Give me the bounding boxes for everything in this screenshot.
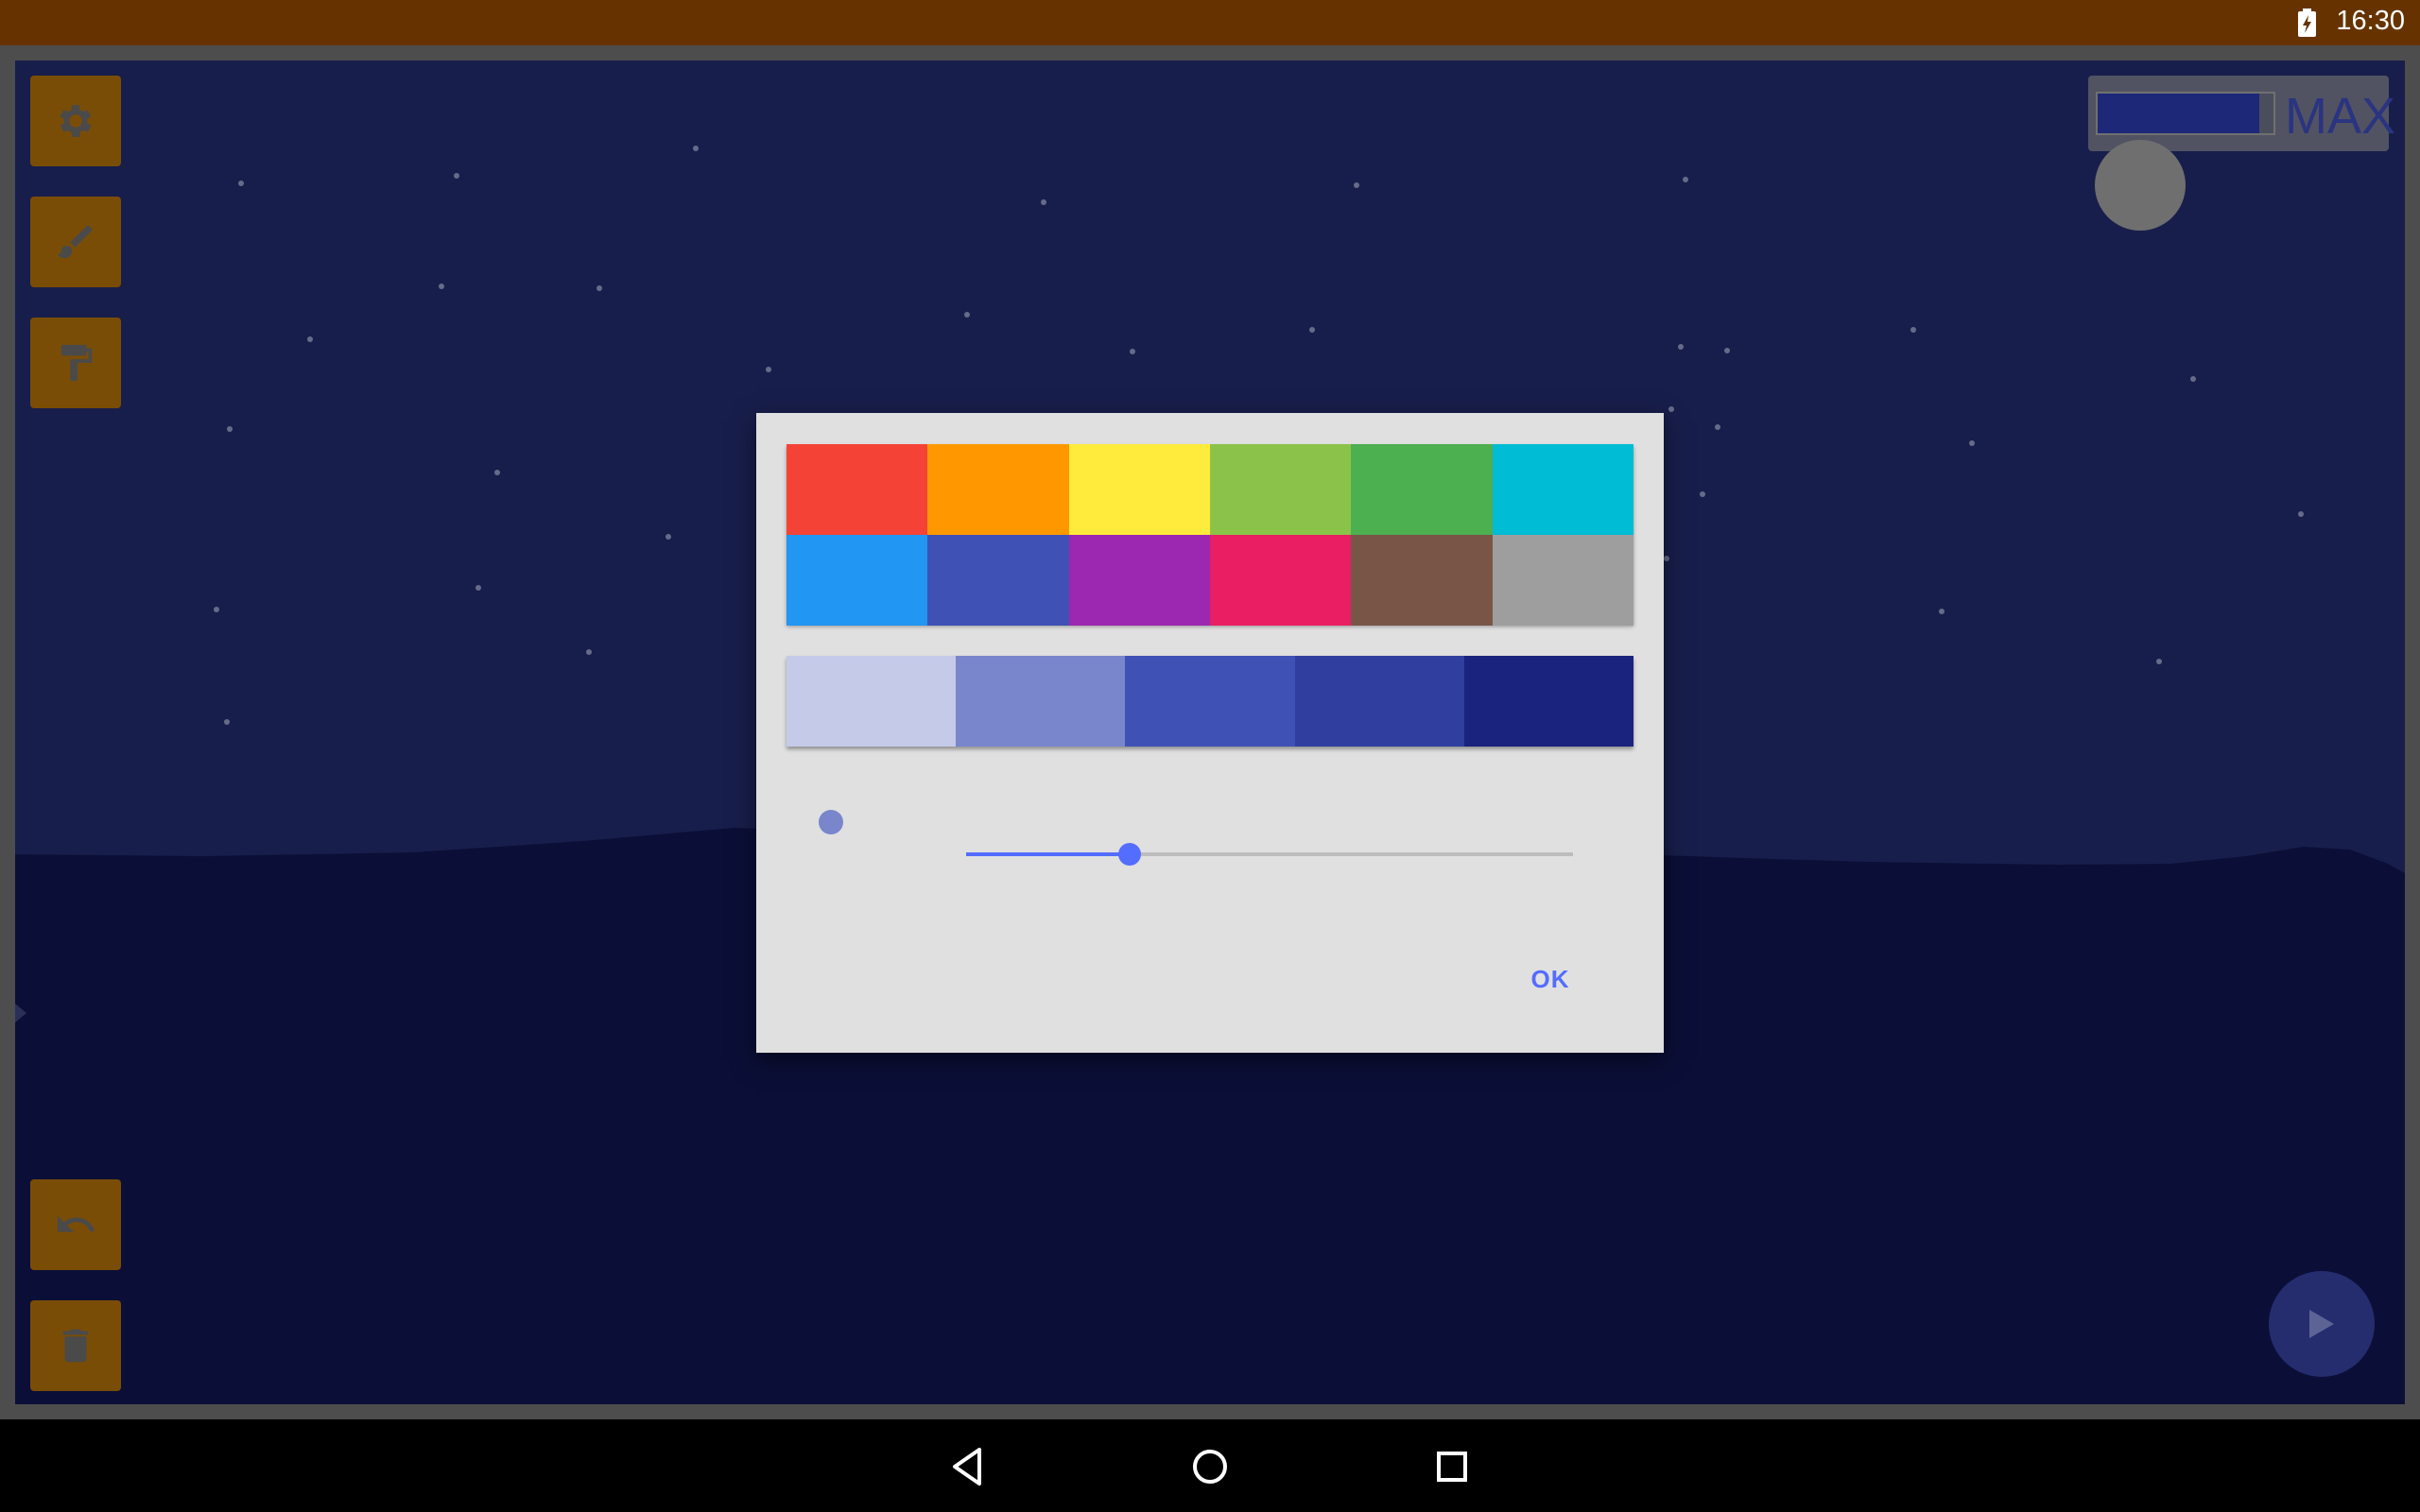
undo-button[interactable] <box>30 1179 121 1270</box>
gear-icon <box>60 105 92 137</box>
recents-icon[interactable] <box>1422 1436 1482 1497</box>
trash-icon <box>62 1329 89 1363</box>
home-icon[interactable] <box>1180 1436 1240 1497</box>
brush-icon <box>57 225 93 259</box>
moon <box>2095 140 2186 231</box>
fill-button[interactable] <box>30 318 121 408</box>
shade-swatch[interactable] <box>1125 656 1295 747</box>
settings-button[interactable] <box>30 76 121 166</box>
color-swatch[interactable] <box>1351 535 1493 626</box>
brush-size-fill <box>2098 94 2260 133</box>
shade-swatch[interactable] <box>956 656 1126 747</box>
color-swatch[interactable] <box>1068 535 1210 626</box>
status-bar: 16:30 <box>0 0 2420 45</box>
undo-icon <box>57 1215 95 1232</box>
color-swatch[interactable] <box>1209 444 1352 535</box>
slider-fill <box>966 852 1131 856</box>
color-palette <box>786 444 1634 626</box>
color-swatch[interactable] <box>786 535 928 626</box>
navigation-bar <box>0 1419 2420 1512</box>
opacity-slider[interactable] <box>966 841 1573 868</box>
shade-swatch[interactable] <box>1294 656 1464 747</box>
color-swatch[interactable] <box>1068 444 1210 535</box>
color-swatch[interactable] <box>1351 444 1493 535</box>
play-icon <box>2309 1310 2334 1338</box>
color-swatch[interactable] <box>927 444 1069 535</box>
brush-button[interactable] <box>30 197 121 287</box>
status-time: 16:30 <box>2336 6 2405 36</box>
color-swatch[interactable] <box>786 444 928 535</box>
play-button[interactable] <box>2269 1271 2375 1377</box>
back-icon[interactable] <box>938 1436 998 1497</box>
battery-charging-icon <box>2298 9 2316 37</box>
color-swatch[interactable] <box>1209 535 1352 626</box>
delete-button[interactable] <box>30 1300 121 1391</box>
ok-button[interactable]: OK <box>1512 953 1588 1005</box>
shade-palette <box>786 656 1634 747</box>
slider-thumb[interactable] <box>1118 843 1142 866</box>
brush-size-bar <box>2096 92 2275 135</box>
selected-color-preview <box>819 810 843 834</box>
brush-size-label: MAX <box>2285 88 2396 145</box>
paint-roller-icon <box>60 344 93 382</box>
shade-swatch[interactable] <box>786 656 957 747</box>
color-swatch[interactable] <box>1492 535 1634 626</box>
color-swatch[interactable] <box>927 535 1069 626</box>
shade-swatch[interactable] <box>1463 656 1634 747</box>
side-panel-handle[interactable] <box>15 1004 26 1022</box>
color-swatch[interactable] <box>1492 444 1634 535</box>
